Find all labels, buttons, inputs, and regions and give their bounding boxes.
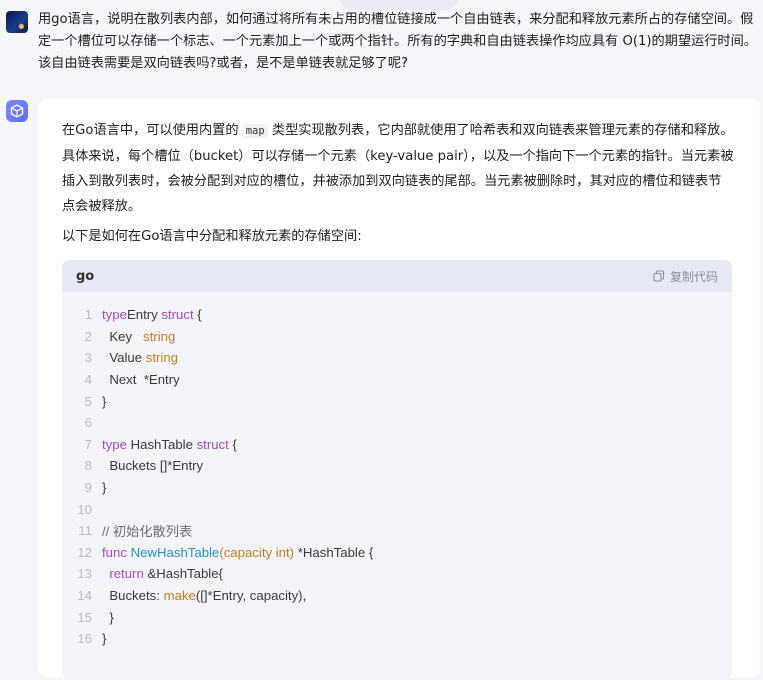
code-token: { bbox=[193, 307, 202, 323]
code-text: } bbox=[102, 480, 106, 495]
line-number: 16 bbox=[77, 631, 92, 647]
code-token: } bbox=[102, 480, 107, 496]
code-text: Key string bbox=[102, 329, 175, 344]
line-number: 1 bbox=[84, 307, 92, 323]
code-token: Buckets: bbox=[102, 588, 164, 604]
code-token: Value bbox=[102, 350, 146, 366]
inline-code-map: map bbox=[242, 124, 268, 138]
code-token: func bbox=[102, 544, 127, 560]
code-text: return &HashTable{ bbox=[102, 566, 223, 581]
code-text: } bbox=[102, 609, 114, 625]
code-token: { bbox=[228, 436, 237, 452]
code-token: NewHashTable bbox=[130, 544, 220, 560]
code-line: 12 func NewHashTable(capacity int) *HashT… bbox=[62, 542, 732, 564]
code-line: 16} bbox=[62, 628, 732, 650]
copy-code-button[interactable]: 复制代码 bbox=[653, 268, 718, 285]
code-token: } bbox=[102, 609, 114, 625]
line-number: 8 bbox=[84, 458, 92, 474]
code-line: 10 bbox=[62, 498, 732, 520]
code-line: 8 Buckets []*Entry bbox=[62, 455, 732, 477]
line-number: 11 bbox=[78, 523, 92, 539]
line-number: 14 bbox=[77, 588, 92, 604]
line-number: 3 bbox=[84, 350, 92, 366]
code-text: Next *Entry bbox=[102, 372, 180, 388]
copy-icon bbox=[653, 270, 665, 282]
code-token: string bbox=[143, 328, 176, 344]
code-token: &HashTable{ bbox=[143, 566, 223, 582]
copy-code-label: 复制代码 bbox=[669, 269, 718, 284]
user-question-text: 用go语言，说明在散列表内部，如何通过将所有未占用的槽位链接成一个自由链表，来分… bbox=[38, 12, 757, 71]
code-token: string bbox=[145, 350, 178, 366]
code-line: 13 return &HashTable{ bbox=[62, 563, 732, 585]
code-token: // 初始化散列表 bbox=[102, 524, 193, 540]
line-number: 15 bbox=[77, 609, 92, 625]
line-number: 2 bbox=[84, 328, 92, 344]
code-token: HashTable bbox=[126, 436, 197, 452]
answer-paragraph-2: 以下是如何在Go语言中分配和释放元素的存储空间: bbox=[62, 229, 362, 244]
code-token: (capacity int) bbox=[219, 544, 295, 560]
assistant-avatar bbox=[6, 100, 28, 122]
user-avatar bbox=[6, 11, 28, 33]
code-token: Key bbox=[102, 328, 144, 344]
code-header: go 复制代码 bbox=[62, 260, 732, 292]
code-token: ([]*Entry, capacity), bbox=[195, 588, 307, 604]
code-line: 6 bbox=[62, 412, 732, 434]
line-number: 4 bbox=[84, 372, 92, 388]
code-line: 1 typeEntry struct { bbox=[62, 304, 732, 326]
code-text: Buckets: make([]*Entry, capacity), bbox=[102, 588, 306, 603]
answer-text: 在Go语言中，可以使用内置的 bbox=[62, 123, 243, 138]
code-token: Entry bbox=[126, 307, 162, 323]
code-text: type HashTable struct { bbox=[102, 437, 237, 452]
code-line: 11 // 初始化散列表 bbox=[62, 520, 732, 542]
code-line: 15 } bbox=[62, 606, 732, 628]
line-number: 5 bbox=[84, 393, 92, 409]
line-number: 12 bbox=[77, 544, 92, 560]
answer-paragraph-1: 在Go语言中，可以使用内置的 map 类型实现散列表，它内部就使用了哈希表和双向… bbox=[62, 118, 734, 219]
code-token: } bbox=[102, 393, 107, 409]
code-token: make bbox=[163, 588, 196, 604]
assistant-answer-card: 在Go语言中，可以使用内置的 map 类型实现散列表，它内部就使用了哈希表和双向… bbox=[38, 98, 760, 680]
code-token: struct bbox=[196, 436, 229, 452]
code-token: Next *Entry bbox=[102, 372, 180, 388]
code-language-label: go bbox=[76, 268, 95, 284]
code-text: } bbox=[102, 394, 106, 409]
code-token: return bbox=[102, 566, 144, 582]
line-number: 10 bbox=[77, 501, 92, 517]
code-text: // 初始化散列表 bbox=[102, 521, 192, 540]
code-token: type bbox=[102, 307, 127, 323]
cube-icon bbox=[10, 104, 24, 118]
code-line: 4 Next *Entry bbox=[62, 369, 732, 391]
code-line: 3 Value string bbox=[62, 347, 732, 369]
code-line: 2 Key string bbox=[62, 326, 732, 348]
code-line: 9} bbox=[62, 477, 732, 499]
line-number: 7 bbox=[84, 436, 92, 452]
code-body: 1 typeEntry struct {2 Key string 3 Value s… bbox=[62, 292, 732, 650]
code-line: 14 Buckets: make([]*Entry, capacity), bbox=[62, 585, 732, 607]
code-line: 7 type HashTable struct { bbox=[62, 434, 732, 456]
code-text: Buckets []*Entry bbox=[102, 458, 203, 473]
line-number: 13 bbox=[77, 566, 92, 582]
code-line: 5} bbox=[62, 390, 732, 412]
line-number: 6 bbox=[84, 415, 92, 431]
code-block: go 复制代码 1 typeEntry struct {2 Key string 3… bbox=[62, 260, 732, 680]
line-number: 9 bbox=[84, 480, 92, 496]
code-text: Value string bbox=[102, 350, 178, 365]
code-text: } bbox=[102, 631, 106, 646]
code-text: typeEntry struct { bbox=[102, 307, 202, 322]
code-token: } bbox=[102, 631, 107, 647]
code-text: func NewHashTable(capacity int) *HashTab… bbox=[102, 545, 373, 560]
code-token: Buckets []*Entry bbox=[102, 458, 204, 474]
code-token: struct bbox=[161, 307, 194, 323]
code-token: type bbox=[102, 436, 127, 452]
code-token: *HashTable { bbox=[294, 544, 374, 560]
